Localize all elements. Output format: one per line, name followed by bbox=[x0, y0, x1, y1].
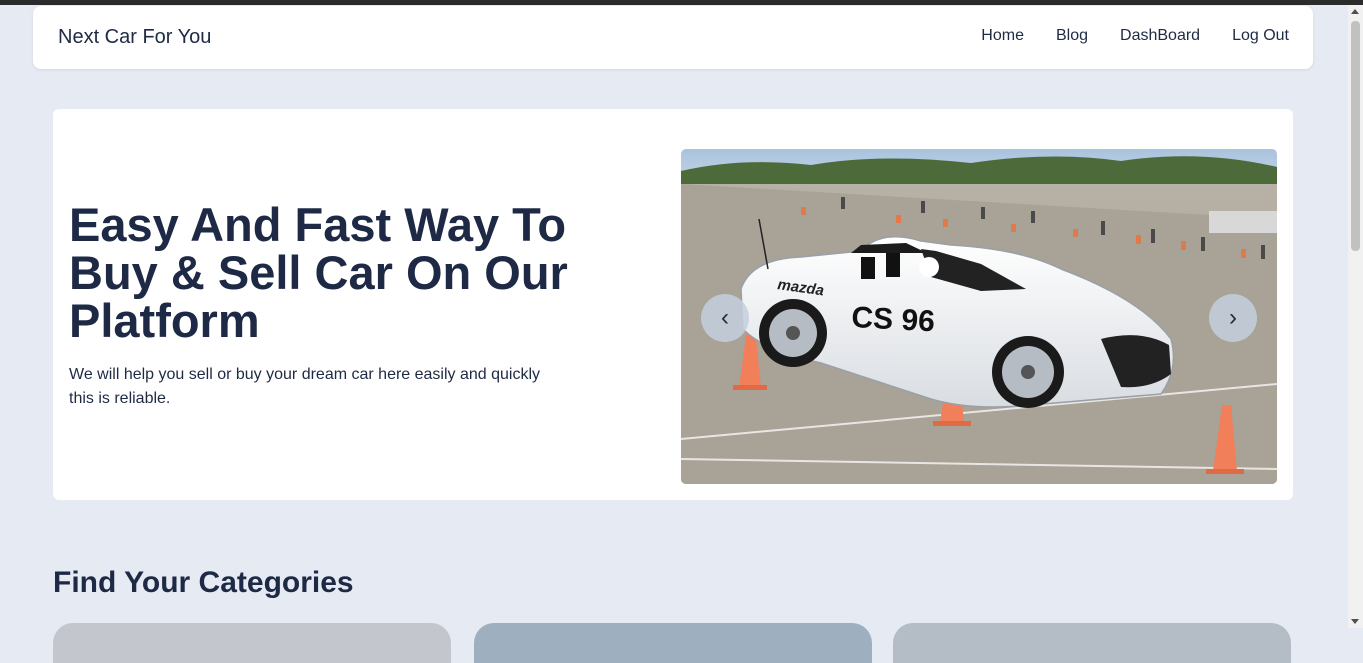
categories-title: Find Your Categories bbox=[53, 566, 354, 599]
carousel-next-button[interactable]: › bbox=[1209, 294, 1257, 342]
nav-link-blog[interactable]: Blog bbox=[1056, 27, 1088, 45]
navbar: Next Car For You Home Blog DashBoard Log… bbox=[33, 6, 1313, 69]
chevron-right-icon: › bbox=[1229, 304, 1237, 331]
hero-carousel: mazda CS 96 ‹ › bbox=[681, 149, 1277, 484]
category-card[interactable] bbox=[53, 623, 451, 663]
scrollbar-thumb[interactable] bbox=[1351, 21, 1360, 251]
hero-title: Easy And Fast Way To Buy & Sell Car On O… bbox=[69, 198, 568, 347]
chevron-left-icon: ‹ bbox=[721, 304, 729, 331]
scroll-down-icon[interactable] bbox=[1351, 619, 1359, 624]
nav-link-dashboard[interactable]: DashBoard bbox=[1120, 27, 1200, 45]
brand-logo[interactable]: Next Car For You bbox=[58, 26, 211, 49]
browser-top-edge bbox=[0, 0, 1363, 5]
category-card[interactable] bbox=[474, 623, 872, 663]
car-image: mazda CS 96 bbox=[681, 149, 1277, 484]
hero-banner: Easy And Fast Way To Buy & Sell Car On O… bbox=[53, 109, 1293, 500]
nav-link-home[interactable]: Home bbox=[981, 27, 1024, 45]
hero-subtitle: We will help you sell or buy your dream … bbox=[69, 366, 541, 407]
scroll-up-icon[interactable] bbox=[1351, 9, 1359, 14]
nav-link-logout[interactable]: Log Out bbox=[1232, 27, 1289, 45]
car-number-decal: CS 96 bbox=[851, 301, 936, 338]
category-card[interactable] bbox=[893, 623, 1291, 663]
nav-links: Home Blog DashBoard Log Out bbox=[981, 27, 1289, 45]
carousel-prev-button[interactable]: ‹ bbox=[701, 294, 749, 342]
page-scrollbar[interactable] bbox=[1348, 5, 1363, 628]
